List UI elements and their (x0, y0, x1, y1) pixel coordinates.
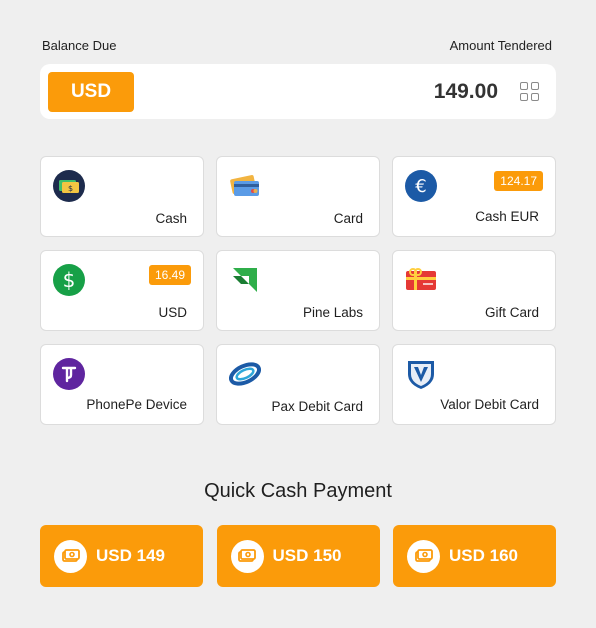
svg-text:$: $ (68, 184, 73, 193)
payment-method-usd[interactable]: $ 16.49 USD (40, 250, 204, 331)
pine-labs-icon (233, 268, 257, 292)
cash-note-icon (407, 539, 440, 573)
method-label: USD (158, 305, 187, 320)
pax-icon (229, 362, 261, 386)
payment-method-pax-debit[interactable]: Pax Debit Card (216, 344, 380, 425)
quick-cash-button-150[interactable]: USD 150 (216, 525, 380, 587)
method-label: Gift Card (484, 305, 539, 320)
amount-labels-row: Balance Due Amount Tendered (42, 38, 552, 53)
cash-note-icon (54, 539, 87, 573)
payment-method-cash[interactable]: $ Cash (40, 156, 204, 237)
payment-method-gift-card[interactable]: Gift Card (392, 250, 556, 331)
phonepe-icon (53, 358, 85, 390)
method-label: Pine Labs (302, 305, 363, 320)
method-label: PhonePe Device (86, 397, 187, 412)
method-label: Card (333, 211, 363, 226)
quick-cash-button-149[interactable]: USD 149 (40, 525, 203, 587)
payment-method-pine-labs[interactable]: Pine Labs (216, 250, 380, 331)
quick-cash-buttons: USD 149 USD 150 USD 160 (40, 525, 556, 587)
payment-method-cash-eur[interactable]: € 124.17 Cash EUR (392, 156, 556, 237)
method-label: Cash (155, 211, 187, 226)
method-label: Pax Debit Card (271, 399, 363, 414)
cash-icon: $ (53, 170, 85, 202)
svg-text:€: € (415, 176, 426, 197)
quick-cash-label: USD 150 (272, 546, 342, 565)
valor-icon (408, 361, 434, 389)
payment-methods-grid: $ Cash Card € 124.17 Cash EUR $ 16.49 US… (40, 156, 556, 425)
payment-method-phonepe[interactable]: PhonePe Device (40, 344, 204, 425)
rate-badge: 124.17 (494, 171, 543, 191)
quick-cash-label: USD 160 (449, 546, 518, 565)
dollar-icon: $ (53, 264, 85, 296)
grid-icon[interactable] (520, 81, 540, 102)
credit-card-icon (230, 175, 259, 196)
gift-card-icon (406, 268, 436, 290)
amount-bar: USD 149.00 (40, 64, 556, 119)
balance-due-label: Balance Due (42, 38, 117, 53)
amount-tendered-value[interactable]: 149.00 (434, 80, 498, 104)
quick-cash-button-160[interactable]: USD 160 (393, 525, 556, 587)
currency-button[interactable]: USD (48, 71, 134, 112)
quick-cash-title: Quick Cash Payment (204, 480, 392, 502)
rate-badge: 16.49 (148, 265, 191, 285)
cash-note-icon (230, 539, 264, 573)
method-label: Cash EUR (475, 209, 539, 224)
payment-method-card[interactable]: Card (216, 156, 380, 237)
quick-cash-label: USD 149 (96, 546, 165, 565)
amount-tendered-label: Amount Tendered (449, 38, 552, 53)
euro-icon: € (405, 170, 437, 202)
payment-method-valor-debit[interactable]: Valor Debit Card (392, 344, 556, 425)
svg-text:$: $ (63, 268, 76, 292)
method-label: Valor Debit Card (440, 397, 539, 412)
